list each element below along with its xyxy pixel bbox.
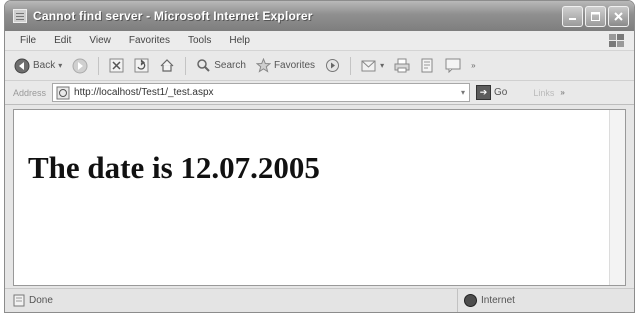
back-dropdown-icon[interactable]: ▾ xyxy=(58,61,62,70)
edit-button[interactable] xyxy=(417,58,438,73)
toolbar-separator xyxy=(98,56,100,75)
address-field[interactable]: ▾ xyxy=(52,83,471,102)
menu-edit[interactable]: Edit xyxy=(45,35,80,46)
page-content: The date is 12.07.2005 xyxy=(13,109,626,286)
windows-logo-icon xyxy=(609,34,624,47)
media-button[interactable] xyxy=(322,58,343,73)
go-button[interactable]: ➔ Go xyxy=(476,85,507,100)
discuss-icon xyxy=(445,58,461,73)
menu-file[interactable]: File xyxy=(11,35,45,46)
menu-view[interactable]: View xyxy=(80,35,120,46)
status-text: Done xyxy=(29,295,53,306)
window-title: Cannot find server - Microsoft Internet … xyxy=(33,9,313,23)
search-label: Search xyxy=(214,60,246,71)
favorites-button[interactable]: Favorites xyxy=(253,58,318,73)
status-left: Done xyxy=(13,294,53,307)
mail-button[interactable]: ▾ xyxy=(358,59,387,73)
stop-icon xyxy=(109,58,124,73)
maximize-button[interactable] xyxy=(585,5,606,27)
page-icon xyxy=(56,86,70,99)
links-button[interactable]: Links xyxy=(533,88,554,98)
favorites-label: Favorites xyxy=(273,60,316,71)
toolbar-separator xyxy=(350,56,352,75)
page-done-icon xyxy=(13,294,25,307)
star-icon xyxy=(255,58,271,73)
standard-toolbar: Back ▾ Search Favorites ▾ » xyxy=(5,51,634,81)
status-bar: Done Internet xyxy=(5,288,634,312)
close-button[interactable] xyxy=(608,5,629,27)
menu-bar: File Edit View Favorites Tools Help xyxy=(5,31,634,51)
forward-arrow-icon xyxy=(72,58,88,73)
forward-button[interactable] xyxy=(69,58,91,74)
go-label: Go xyxy=(494,87,508,98)
media-icon xyxy=(326,59,340,72)
back-arrow-icon xyxy=(14,58,30,73)
globe-icon xyxy=(464,294,477,307)
edit-document-icon xyxy=(421,58,433,73)
home-icon xyxy=(160,59,174,72)
menu-help[interactable]: Help xyxy=(220,35,259,46)
links-chevron-icon[interactable]: » xyxy=(560,88,564,97)
chevron-right-icon: » xyxy=(471,61,476,70)
search-button[interactable]: Search xyxy=(193,58,249,73)
go-arrow-icon: ➔ xyxy=(476,85,492,100)
discuss-button[interactable] xyxy=(442,58,464,73)
toolbar-separator xyxy=(185,56,187,75)
mail-icon xyxy=(361,60,376,71)
close-icon xyxy=(614,11,623,21)
back-label: Back xyxy=(33,60,56,71)
window-controls xyxy=(562,5,629,27)
url-input[interactable] xyxy=(74,87,458,98)
toolbar-overflow-chevron[interactable]: » xyxy=(468,61,478,70)
menu-favorites[interactable]: Favorites xyxy=(120,35,179,46)
address-label: Address xyxy=(13,87,47,98)
refresh-button[interactable] xyxy=(131,58,152,73)
browser-window: Cannot find server - Microsoft Internet … xyxy=(4,0,635,313)
zone-label: Internet xyxy=(481,295,515,306)
minimize-icon xyxy=(569,17,576,20)
stop-button[interactable] xyxy=(106,58,127,73)
print-icon xyxy=(394,58,410,73)
back-button[interactable]: Back ▾ xyxy=(11,58,65,74)
address-dropdown-icon[interactable]: ▾ xyxy=(461,88,469,97)
minimize-button[interactable] xyxy=(562,5,583,27)
refresh-icon xyxy=(134,58,149,73)
mail-dropdown-icon[interactable]: ▾ xyxy=(380,61,384,70)
print-button[interactable] xyxy=(391,58,413,73)
search-icon xyxy=(197,59,210,72)
ie-page-icon xyxy=(13,9,27,23)
home-button[interactable] xyxy=(156,58,178,73)
security-zone: Internet xyxy=(457,289,515,312)
maximize-icon xyxy=(591,11,600,21)
vertical-scrollbar[interactable] xyxy=(609,110,625,285)
address-bar: Address ▾ ➔ Go Links » xyxy=(5,81,634,105)
page-heading: The date is 12.07.2005 xyxy=(28,150,320,185)
menu-tools[interactable]: Tools xyxy=(179,35,220,46)
title-bar[interactable]: Cannot find server - Microsoft Internet … xyxy=(5,1,634,31)
windows-logo-throbber xyxy=(604,32,630,50)
